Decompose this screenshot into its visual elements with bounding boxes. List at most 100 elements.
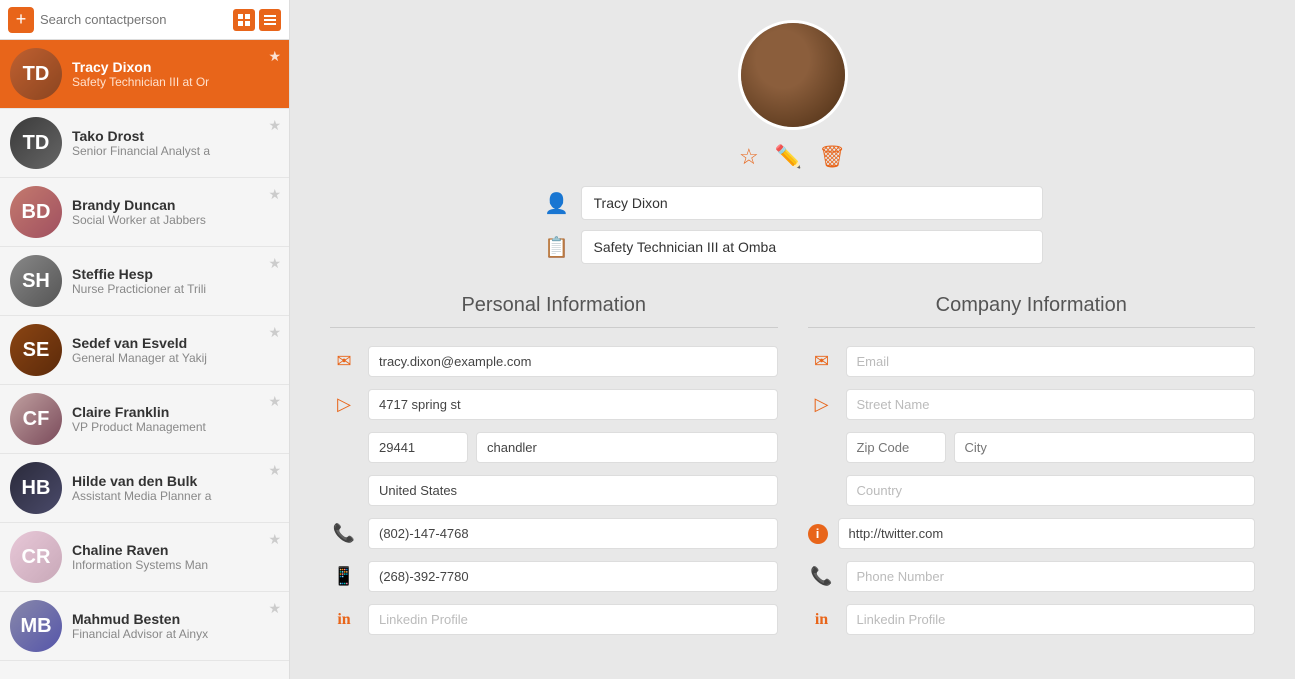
company-phone-icon: 📞 bbox=[808, 566, 836, 587]
company-phone-input[interactable] bbox=[846, 561, 1256, 592]
company-location-icon: ▷ bbox=[808, 394, 836, 415]
contact-item[interactable]: BD Brandy DuncanSocial Worker at Jabbers ★ bbox=[0, 178, 289, 247]
personal-section-title: Personal Information bbox=[330, 294, 778, 317]
company-linkedin-row: in bbox=[808, 604, 1256, 635]
contact-item[interactable]: HB Hilde van den BulkAssistant Media Plan… bbox=[0, 454, 289, 523]
contact-title: VP Product Management bbox=[72, 420, 279, 434]
contact-star-button[interactable]: ★ bbox=[268, 117, 281, 134]
contact-name: Chaline Raven bbox=[72, 542, 279, 558]
company-email-input[interactable] bbox=[846, 346, 1256, 377]
personal-linkedin-row: in bbox=[330, 604, 778, 635]
contact-star-button[interactable]: ★ bbox=[268, 393, 281, 410]
company-email-icon: ✉ bbox=[808, 351, 836, 372]
contact-item[interactable]: CR Chaline RavenInformation Systems Man ★ bbox=[0, 523, 289, 592]
contact-star-button[interactable]: ★ bbox=[268, 186, 281, 203]
view-toggle bbox=[233, 9, 281, 31]
contact-star-button[interactable]: ★ bbox=[268, 462, 281, 479]
company-country-input[interactable] bbox=[846, 475, 1256, 506]
contact-title: Nurse Practicioner at Trili bbox=[72, 282, 279, 296]
contact-name: Steffie Hesp bbox=[72, 266, 279, 282]
company-country-row bbox=[808, 475, 1256, 506]
personal-country-row bbox=[330, 475, 778, 506]
search-input[interactable] bbox=[40, 12, 227, 27]
linkedin-icon: in bbox=[330, 611, 358, 629]
contact-title: Assistant Media Planner a bbox=[72, 489, 279, 503]
contact-avatar: SE bbox=[10, 324, 62, 376]
company-email-row: ✉ bbox=[808, 346, 1256, 377]
email-icon: ✉ bbox=[330, 351, 358, 372]
personal-street-input[interactable] bbox=[368, 389, 778, 420]
contact-item[interactable]: SHSteffie HespNurse Practicioner at Tril… bbox=[0, 247, 289, 316]
profile-jobtitle-input[interactable] bbox=[581, 230, 1043, 264]
contact-item[interactable]: MB Mahmud BestenFinancial Advisor at Ainy… bbox=[0, 592, 289, 661]
personal-linkedin-input[interactable] bbox=[368, 604, 778, 635]
profile-jobtitle-row: 📋 bbox=[543, 230, 1043, 264]
company-info-section: Company Information ✉ ▷ bbox=[808, 294, 1256, 647]
contact-avatar: MB bbox=[10, 600, 62, 652]
contact-title: Information Systems Man bbox=[72, 558, 279, 572]
info-icon: i bbox=[808, 524, 828, 544]
company-zip-input[interactable] bbox=[846, 432, 946, 463]
company-linkedin-icon: in bbox=[808, 611, 836, 629]
contact-avatar: BD bbox=[10, 186, 62, 238]
personal-city-input[interactable] bbox=[476, 432, 778, 463]
contact-list: TDTracy DixonSafety Technician III at Or… bbox=[0, 40, 289, 679]
personal-zipcity-row bbox=[330, 432, 778, 463]
contact-name: Hilde van den Bulk bbox=[72, 473, 279, 489]
grid-view-button[interactable] bbox=[233, 9, 255, 31]
contact-item[interactable]: TDTracy DixonSafety Technician III at Or… bbox=[0, 40, 289, 109]
personal-mobile-input[interactable] bbox=[368, 561, 778, 592]
contact-name: Tako Drost bbox=[72, 128, 279, 144]
contact-item[interactable]: SESedef van EsveldGeneral Manager at Yak… bbox=[0, 316, 289, 385]
contact-item[interactable]: TD Tako DrostSenior Financial Analyst a ★ bbox=[0, 109, 289, 178]
contact-item[interactable]: CF Claire FranklinVP Product Management ★ bbox=[0, 385, 289, 454]
company-zipcity-row bbox=[808, 432, 1256, 463]
contact-avatar: CR bbox=[10, 531, 62, 583]
mobile-icon: 📱 bbox=[330, 566, 358, 587]
company-section-title: Company Information bbox=[808, 294, 1256, 317]
personal-email-input[interactable] bbox=[368, 346, 778, 377]
info-sections: Personal Information ✉ ▷ bbox=[330, 294, 1255, 647]
company-street-input[interactable] bbox=[846, 389, 1256, 420]
contact-title: Financial Advisor at Ainyx bbox=[72, 627, 279, 641]
contact-star-button[interactable]: ★ bbox=[268, 255, 281, 272]
contact-star-button[interactable]: ★ bbox=[268, 600, 281, 617]
contact-star-button[interactable]: ★ bbox=[268, 48, 281, 65]
personal-zip-input[interactable] bbox=[368, 432, 468, 463]
contact-name: Mahmud Besten bbox=[72, 611, 279, 627]
personal-phone-row: 📞 bbox=[330, 518, 778, 549]
company-city-input[interactable] bbox=[954, 432, 1256, 463]
personal-street-row: ▷ bbox=[330, 389, 778, 420]
company-linkedin-input[interactable] bbox=[846, 604, 1256, 635]
contact-avatar: HB bbox=[10, 462, 62, 514]
contact-star-button[interactable]: ★ bbox=[268, 531, 281, 548]
contact-star-button[interactable]: ★ bbox=[268, 324, 281, 341]
add-contact-button[interactable]: + bbox=[8, 7, 34, 33]
zip-city-group bbox=[368, 432, 778, 463]
contact-title: Social Worker at Jabbers bbox=[72, 213, 279, 227]
delete-button[interactable]: 🗑 bbox=[818, 144, 846, 170]
profile-name-row: 👤 bbox=[543, 186, 1043, 220]
company-website-input[interactable] bbox=[838, 518, 1256, 549]
personal-phone-input[interactable] bbox=[368, 518, 778, 549]
contact-avatar: CF bbox=[10, 393, 62, 445]
personal-country-input[interactable] bbox=[368, 475, 778, 506]
profile-name-input[interactable] bbox=[581, 186, 1043, 220]
company-zip-city-group bbox=[846, 432, 1256, 463]
edit-button[interactable]: ✏️ bbox=[775, 144, 802, 170]
company-street-row: ▷ bbox=[808, 389, 1256, 420]
personal-info-section: Personal Information ✉ ▷ bbox=[330, 294, 778, 647]
contact-avatar: TD bbox=[10, 117, 62, 169]
contact-name: Brandy Duncan bbox=[72, 197, 279, 213]
profile-header: ☆ ✏️ 🗑 👤 📋 bbox=[330, 20, 1255, 274]
contact-avatar: TD bbox=[10, 48, 62, 100]
list-view-button[interactable] bbox=[259, 9, 281, 31]
favorite-button[interactable]: ☆ bbox=[739, 144, 759, 170]
contact-name: Claire Franklin bbox=[72, 404, 279, 420]
contact-title: Senior Financial Analyst a bbox=[72, 144, 279, 158]
phone-icon: 📞 bbox=[330, 523, 358, 544]
personal-email-row: ✉ bbox=[330, 346, 778, 377]
person-icon: 👤 bbox=[543, 191, 571, 216]
contact-title: Safety Technician III at Or bbox=[72, 75, 279, 89]
contact-name: Sedef van Esveld bbox=[72, 335, 279, 351]
